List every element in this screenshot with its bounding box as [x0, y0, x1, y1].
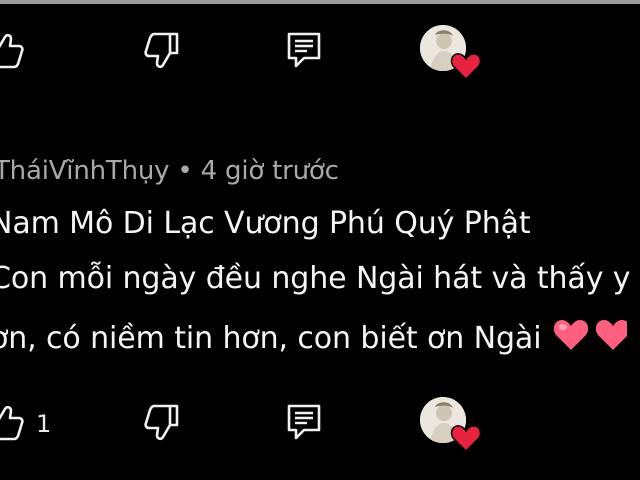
dislike-button[interactable]: [140, 29, 184, 73]
reply-button[interactable]: [284, 401, 324, 443]
thumbs-down-icon: [144, 404, 179, 441]
top-divider: [0, 0, 640, 4]
like-button[interactable]: [0, 400, 26, 444]
thumbs-up-icon: [0, 405, 24, 441]
reply-comment-icon: [287, 32, 321, 68]
comment-author[interactable]: TháiVĩnhThụy: [0, 156, 170, 186]
comment-text-line-3: ơn, có niềm tin hơn, con biết ơn Ngài: [0, 317, 631, 361]
dislike-button[interactable]: [140, 401, 184, 445]
comment-thread-view: TháiVĩnhThụy • 4 giờ trước Nam Mô Di Lạc…: [0, 0, 640, 480]
comment-text-line-3-text: ơn, có niềm tin hơn, con biết ơn Ngài: [0, 321, 542, 356]
heart-icon: [450, 425, 482, 453]
meta-separator: •: [177, 156, 193, 186]
comment-time: 4 giờ trước: [200, 156, 339, 186]
comment-text-line-2: Con mỗi ngày đều nghe Ngài hát và thấy y: [0, 261, 631, 296]
like-button[interactable]: [0, 28, 26, 72]
thumbs-down-icon: [144, 32, 179, 69]
heart-icon: [450, 53, 482, 81]
reply-comment-icon: [287, 404, 321, 440]
like-count: 1: [36, 410, 52, 438]
thumbs-up-icon: [0, 33, 24, 69]
creator-heart-button[interactable]: [420, 25, 482, 83]
comment-text-line-1: Nam Mô Di Lạc Vương Phú Quý Phật: [0, 206, 531, 241]
reply-button[interactable]: [284, 29, 324, 71]
pink-hearts-emoji: [554, 320, 631, 350]
creator-heart-button[interactable]: [420, 397, 482, 455]
heart-emoji-icons: [551, 317, 631, 361]
comment-meta: TháiVĩnhThụy • 4 giờ trước: [0, 156, 339, 186]
